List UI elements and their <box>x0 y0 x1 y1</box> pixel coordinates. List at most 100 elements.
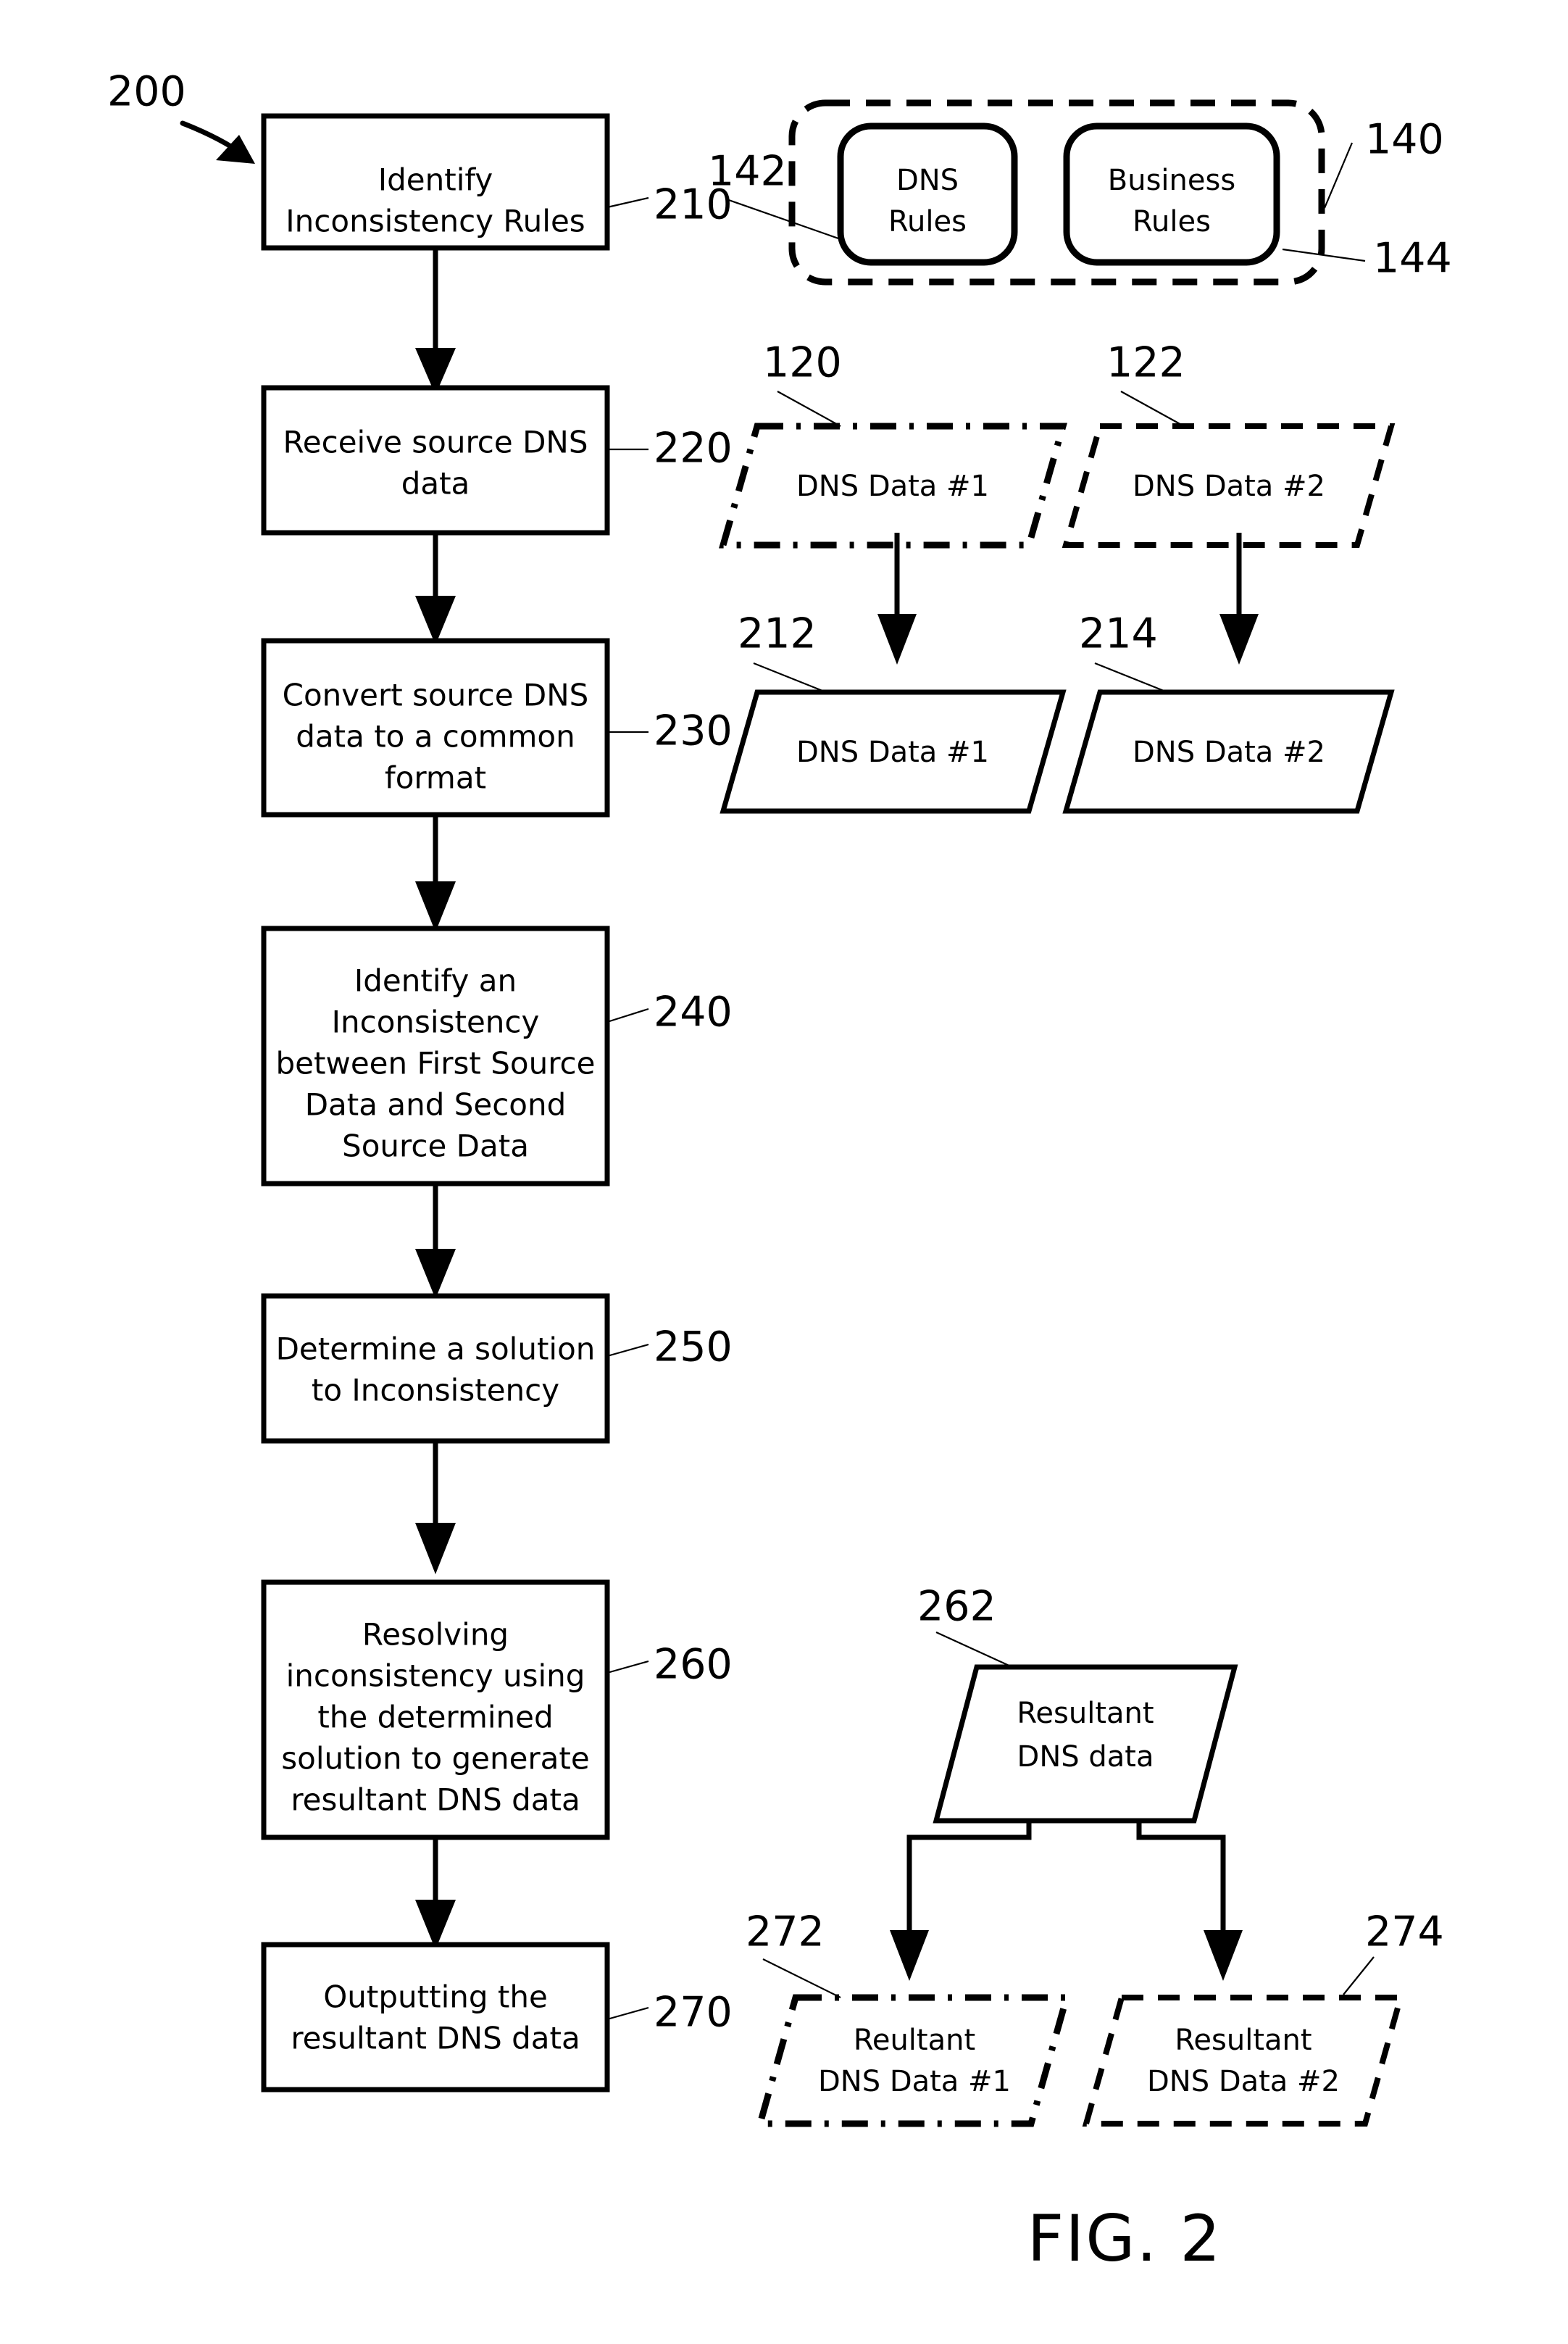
ref-212-leader <box>753 662 827 694</box>
ref-144: 144 <box>1373 235 1452 283</box>
source-data-122[interactable]: DNS Data #2 <box>1062 423 1396 548</box>
ref-274: 274 <box>1365 1908 1444 1956</box>
flow-step-240-line-3: Data and Second <box>305 1087 567 1123</box>
resultant-output-274-line-0: Resultant <box>1175 2024 1311 2057</box>
flow-step-250-box <box>261 1293 610 1444</box>
ref-262: 262 <box>917 1583 996 1631</box>
ref-260: 260 <box>654 1641 733 1689</box>
ref-140-leader <box>1323 142 1354 209</box>
flow-step-260[interactable]: Resolving inconsistency using the determ… <box>261 1579 610 1840</box>
rules-item-dns[interactable]: DNS Rules <box>837 122 1018 266</box>
ref-142: 142 <box>708 148 787 196</box>
resultant-output-274-line-1: DNS Data #2 <box>1147 2065 1340 2098</box>
connector-250-260 <box>415 1441 456 1574</box>
ref-230: 230 <box>654 707 733 755</box>
flow-step-230-line-0: Convert source DNS <box>283 678 589 713</box>
flow-step-250-line-1: to Inconsistency <box>312 1373 559 1408</box>
flow-step-240-line-0: Identify an <box>354 963 517 999</box>
flow-step-260-line-3: solution to generate <box>281 1741 589 1776</box>
resultant-source-262-line-0: Resultant <box>1017 1697 1154 1730</box>
ref-262-leader <box>935 1631 1013 1668</box>
ref-220: 220 <box>654 425 733 473</box>
connector-230-240 <box>415 815 456 932</box>
connector-262-274 <box>1136 1821 1243 1981</box>
rules-item-business-line-1: Rules <box>1133 205 1211 238</box>
ref-240: 240 <box>654 989 733 1036</box>
figure-canvas: 200 Identify Inconsistency Rules 210 Rec… <box>107 68 1452 2276</box>
source-data-122-label: DNS Data #2 <box>1133 470 1325 503</box>
converted-data-214[interactable]: DNS Data #2 <box>1062 689 1395 814</box>
ref-214: 214 <box>1079 610 1158 658</box>
connector-260-270 <box>415 1837 456 1950</box>
flow-step-230-line-1: data to a common <box>296 719 575 755</box>
ref-122: 122 <box>1106 339 1185 387</box>
flow-step-220-line-1: data <box>401 466 470 502</box>
flow-step-240-line-2: between First Source <box>276 1046 596 1081</box>
flow-step-210[interactable]: Identify Inconsistency Rules <box>261 113 610 251</box>
connector-220-230 <box>415 533 456 645</box>
resultant-output-272-line-1: DNS Data #1 <box>818 2065 1011 2098</box>
flow-step-230[interactable]: Convert source DNS data to a common form… <box>261 638 610 818</box>
flow-step-270-box <box>261 1942 610 2092</box>
flow-step-260-line-2: the determined <box>317 1700 553 1735</box>
resultant-output-272[interactable]: Reultant DNS Data #1 <box>756 1994 1071 2127</box>
resultant-source-262-line-1: DNS data <box>1017 1740 1154 1774</box>
resultant-output-274[interactable]: Resultant DNS Data #2 <box>1082 1995 1405 2127</box>
flow-step-220[interactable]: Receive source DNS data <box>261 385 610 536</box>
flow-step-220-box <box>261 385 610 536</box>
ref-120: 120 <box>763 339 842 387</box>
ref-272-leader <box>762 1958 841 1998</box>
resultant-output-272-shape <box>756 1994 1071 2127</box>
ref-140: 140 <box>1365 116 1444 164</box>
ref-274-leader <box>1343 1956 1375 1995</box>
flow-step-270-line-1: resultant DNS data <box>291 2021 580 2056</box>
flow-step-210-line-0: Identify <box>378 162 493 198</box>
ref-250-leader <box>606 1343 649 1358</box>
ref-214-leader <box>1094 662 1168 694</box>
resultant-source-262[interactable]: Resultant DNS data <box>933 1664 1238 1824</box>
ref-210-leader <box>606 196 649 209</box>
ref-250: 250 <box>654 1323 733 1371</box>
figure-root: 200 Identify Inconsistency Rules 210 Rec… <box>0 0 1568 2344</box>
diagram-ref-200: 200 <box>107 68 186 116</box>
ref-270-leader <box>606 2006 649 2021</box>
rules-item-dns-line-1: Rules <box>888 205 967 238</box>
rules-item-business[interactable]: Business Rules <box>1063 122 1280 266</box>
rules-item-dns-line-0: DNS <box>896 164 959 197</box>
ref-240-leader <box>606 1007 649 1023</box>
converted-data-214-label: DNS Data #2 <box>1133 736 1325 769</box>
rules-item-business-line-0: Business <box>1108 164 1235 197</box>
flow-step-240[interactable]: Identify an Inconsistency between First … <box>261 926 610 1186</box>
ref-120-leader <box>777 391 841 427</box>
flow-step-210-line-1: Inconsistency Rules <box>285 204 585 239</box>
flow-step-270[interactable]: Outputting the resultant DNS data <box>261 1942 610 2092</box>
converted-data-212[interactable]: DNS Data #1 <box>720 689 1067 814</box>
ref-260-leader <box>606 1660 649 1674</box>
ref-212: 212 <box>738 610 817 658</box>
flow-step-240-line-4: Source Data <box>342 1129 529 1164</box>
connector-262-272 <box>890 1821 1032 1981</box>
flow-step-260-line-4: resultant DNS data <box>291 1782 580 1818</box>
connector-240-250 <box>415 1184 456 1299</box>
connector-120-212 <box>877 533 917 665</box>
connector-210-220 <box>415 248 456 395</box>
flow-step-240-line-1: Inconsistency <box>332 1005 540 1040</box>
source-data-120[interactable]: DNS Data #1 <box>719 423 1067 549</box>
flow-step-260-line-1: inconsistency using <box>286 1658 585 1694</box>
flow-step-270-line-0: Outputting the <box>323 1979 548 2015</box>
flow-step-230-line-2: format <box>385 760 486 796</box>
resultant-output-274-shape <box>1082 1995 1405 2127</box>
figure-caption: FIG. 2 <box>1027 2201 1222 2276</box>
ref-272: 272 <box>746 1908 825 1956</box>
flow-step-250[interactable]: Determine a solution to Inconsistency <box>261 1293 610 1444</box>
resultant-output-272-line-0: Reultant <box>854 2024 975 2057</box>
source-data-120-label: DNS Data #1 <box>796 470 989 503</box>
ref-122-leader <box>1120 391 1185 427</box>
converted-data-212-label: DNS Data #1 <box>796 736 989 769</box>
flow-step-250-line-0: Determine a solution <box>276 1331 596 1367</box>
ref-270: 270 <box>654 1989 733 2037</box>
flow-step-220-line-0: Receive source DNS <box>283 425 588 460</box>
ref-142-leader <box>726 198 841 241</box>
connector-122-214 <box>1219 533 1259 665</box>
flow-step-260-line-0: Resolving <box>362 1617 509 1653</box>
